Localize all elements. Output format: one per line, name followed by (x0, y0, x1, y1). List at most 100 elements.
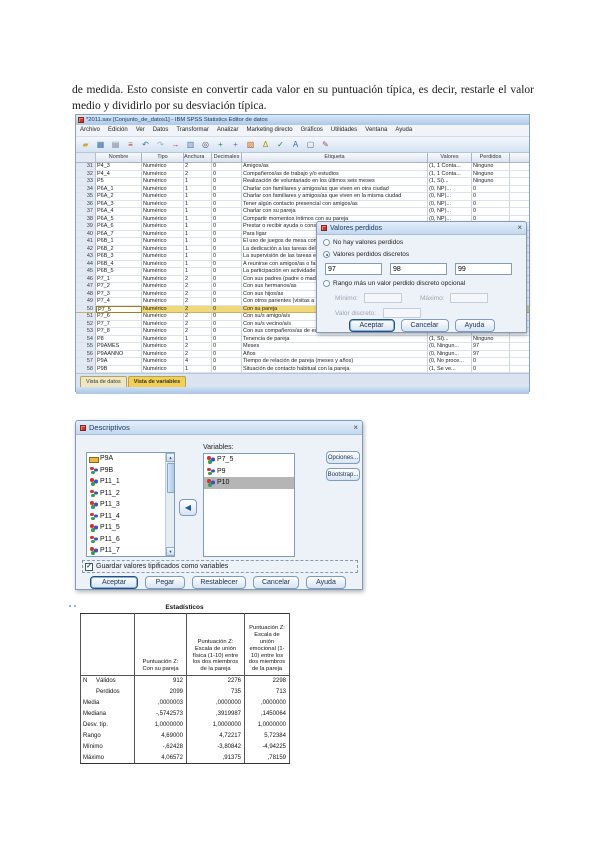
recall-dialogs-icon[interactable]: ≡ (124, 139, 137, 151)
column-header-decimales[interactable]: Decimales (212, 153, 242, 163)
redo-icon[interactable]: ↷ (154, 139, 167, 151)
help-button[interactable]: Ayuda (454, 319, 495, 332)
variable-list-item[interactable]: P11_2 (87, 488, 166, 500)
options-button[interactable]: Opciones... (326, 451, 360, 464)
extra-cell (510, 201, 529, 208)
print-icon[interactable]: ▤ (109, 139, 122, 151)
menu-item[interactable]: Datos (149, 125, 173, 136)
P6A_3[interactable]: 36 P6A_3 Numérico 1 0 Tener algún contac… (76, 200, 529, 208)
row-number-cell: 43 (76, 253, 96, 261)
variable-list-item[interactable]: P11_7 (87, 545, 166, 556)
undo-icon[interactable]: ↶ (139, 139, 152, 151)
value-cell: -,62428 (134, 741, 187, 753)
scrollbar-thumb[interactable] (166, 463, 174, 493)
maximum-input[interactable] (450, 293, 488, 303)
radio-discrete-missing[interactable]: Valores perdidos discretos (323, 251, 409, 258)
measure-icon (89, 455, 99, 463)
weight-cases-icon[interactable]: Δ (259, 139, 272, 151)
radio-range-missing[interactable]: Rango más un valor perdido discreto opci… (323, 280, 465, 287)
P9B[interactable]: 58 P9B Numérico 1 0 Situación de contact… (76, 365, 529, 373)
variable-list-item[interactable]: P10 (204, 477, 294, 489)
menu-item[interactable]: Ventana (361, 125, 391, 136)
value-labels-icon[interactable]: A (289, 139, 302, 151)
P4_4[interactable]: 32 P4_4 Numérico 2 0 Compañeros/as de tr… (76, 170, 529, 178)
select-cases-icon[interactable]: ✓ (274, 139, 287, 151)
decimals-cell: 0 (212, 170, 242, 178)
menu-item[interactable]: Ver (132, 125, 149, 136)
list-scrollbar[interactable]: ▲ ▼ (165, 453, 174, 556)
menu-item[interactable]: Ayuda (391, 125, 416, 136)
goto-case-icon[interactable]: → (169, 139, 182, 151)
P9A[interactable]: 57 P9A Numérico 4 0 Tiempo de relación d… (76, 358, 529, 366)
column-header-tipo[interactable]: Tipo (142, 153, 184, 163)
discrete-value-3-input[interactable] (455, 263, 512, 275)
discrete-value-1-input[interactable] (325, 263, 382, 275)
name-cell: P7_2 (96, 283, 142, 291)
variable-list-item[interactable]: P9B (87, 465, 166, 477)
name-cell: P6A_6 (96, 223, 142, 231)
variable-list-item[interactable]: P11_3 (87, 499, 166, 511)
column-header-anchura[interactable]: Anchura (184, 153, 212, 163)
variable-list-item[interactable]: P7_5 (204, 454, 294, 466)
save-standardized-checkbox-row[interactable]: ✓ Guardar valores tipificados como varia… (82, 560, 358, 573)
variable-list-item[interactable]: P11_4 (87, 511, 166, 523)
variable-list-item[interactable]: P11_1 (87, 476, 166, 488)
measure-icon (206, 456, 215, 464)
name-cell: P5 (96, 178, 142, 186)
variables-icon[interactable]: ▥ (184, 139, 197, 151)
insert-case-icon[interactable]: + (214, 139, 227, 151)
use-sets-icon[interactable]: ▢ (304, 139, 317, 151)
menu-item[interactable]: Analizar (213, 125, 243, 136)
accept-button[interactable]: Aceptar (348, 319, 395, 332)
horizontal-scrollbar[interactable] (76, 387, 529, 394)
P6A_1[interactable]: 34 P6A_1 Numérico 1 0 Charlar con famili… (76, 185, 529, 193)
reset-button[interactable]: Restablecer (192, 576, 246, 589)
variable-list-item[interactable]: P9A (87, 453, 166, 465)
scroll-down-icon[interactable]: ▼ (166, 547, 174, 556)
menu-item[interactable]: Edición (104, 125, 132, 136)
save-icon[interactable]: ▦ (94, 139, 107, 151)
P8[interactable]: 54 P8 Numérico 1 0 Tenencia de pareja (1… (76, 335, 529, 343)
name-cell: P4_3 (96, 163, 142, 171)
split-file-icon[interactable]: ▧ (244, 139, 257, 151)
column-header-valores[interactable]: Valores (428, 153, 472, 163)
cancel-button[interactable]: Cancelar (400, 319, 449, 332)
scroll-up-icon[interactable]: ▲ (166, 453, 174, 462)
radio-no-missing[interactable]: No hay valores perdidos (323, 239, 403, 246)
insert-variable-icon[interactable]: + (229, 139, 242, 151)
minimum-input[interactable] (364, 293, 402, 303)
close-icon[interactable]: × (353, 423, 358, 432)
column-header-nombre[interactable]: Nombre (96, 153, 142, 163)
variable-list-item[interactable]: P9 (204, 466, 294, 478)
find-icon[interactable]: ◎ (199, 139, 212, 151)
view-tab[interactable]: Vista de variables (127, 376, 187, 387)
view-tab[interactable]: Vista de datos (80, 376, 127, 387)
column-header-perdidos[interactable]: Perdidos (472, 153, 510, 163)
P6A_4[interactable]: 37 P6A_4 Numérico 1 0 Charlar con su par… (76, 208, 529, 216)
P5[interactable]: 33 P5 Numérico 1 0 Realización de volunt… (76, 178, 529, 186)
P6A_2[interactable]: 35 P6A_2 Numérico 1 0 Charlar con famili… (76, 193, 529, 201)
open-data-icon[interactable]: ▰ (79, 139, 92, 151)
P4_3[interactable]: 31 P4_3 Numérico 2 0 Amigos/as (1, 1 Con… (76, 163, 529, 171)
menu-item[interactable]: Transformar (172, 125, 212, 136)
column-header-etiqueta[interactable]: Etiqueta (242, 153, 428, 163)
help-button[interactable]: Ayuda (306, 576, 346, 589)
P9AANNO[interactable]: 56 P9AANNO Numérico 2 0 Años (0, Ningun.… (76, 350, 529, 358)
range-discrete-input[interactable] (383, 308, 421, 318)
variable-list-item[interactable]: P11_5 (87, 522, 166, 534)
paste-button[interactable]: Pegar (145, 576, 185, 589)
bootstrap-button[interactable]: Bootstrap... (326, 468, 360, 481)
accept-button[interactable]: Aceptar (90, 576, 138, 589)
menu-item[interactable]: Archivo (76, 125, 104, 136)
menu-item[interactable]: Marketing directo (243, 125, 297, 136)
P9AMES[interactable]: 55 P9AMES Numérico 2 0 Meses (0, Ningun.… (76, 343, 529, 351)
spelling-icon[interactable]: ✎ (319, 139, 332, 151)
close-icon[interactable]: × (517, 224, 522, 232)
row-label-cell: N Válidos (80, 675, 135, 687)
menu-item[interactable]: Utilidades (327, 125, 361, 136)
discrete-value-2-input[interactable] (390, 263, 447, 275)
menu-item[interactable]: Gráficos (297, 125, 327, 136)
move-variable-button[interactable]: ◀ (179, 499, 197, 516)
variable-list-item[interactable]: P11_6 (87, 534, 166, 546)
cancel-button[interactable]: Cancelar (253, 576, 299, 589)
